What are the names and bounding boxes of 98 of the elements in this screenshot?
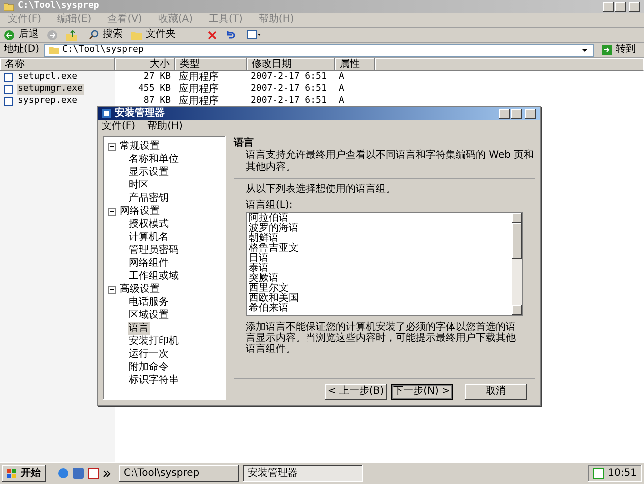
folder-icon (4, 2, 14, 10)
table-cell-text: 87 KB (142, 96, 172, 106)
file-name[interactable]: setupmgr.exe (17, 84, 84, 94)
table-cell-text: 2007-2-17 6:51 (250, 72, 328, 82)
tree-item[interactable]: 附加命令 (128, 361, 170, 374)
expand-toggle-icon[interactable] (108, 208, 116, 216)
list-item[interactable]: 阿拉伯语 (249, 214, 289, 224)
list-item[interactable]: 突厥语 (249, 274, 279, 284)
back-button[interactable]: 后退 (4, 29, 39, 41)
tree-item[interactable]: 时区 (128, 179, 150, 192)
tree-item[interactable]: 产品密钥 (128, 192, 170, 205)
browser-icon[interactable] (58, 468, 69, 479)
list-item[interactable]: 格鲁吉亚文 (249, 244, 299, 254)
tree-item[interactable]: 区域设置 (128, 309, 170, 322)
file-name[interactable]: setupcl.exe (17, 72, 79, 82)
clock: 10:51 (608, 468, 637, 480)
folder-icon (131, 30, 142, 40)
views-icon[interactable] (247, 30, 261, 40)
dialog-title: 安装管理器 (115, 108, 166, 120)
restore-button[interactable] (615, 2, 626, 12)
list-item[interactable]: 日语 (249, 254, 269, 264)
taskbar-button[interactable]: C:\Tool\sysprep (119, 465, 239, 482)
arrow-icon (602, 45, 612, 55)
table-cell-text: 455 KB (137, 84, 172, 94)
tree-item[interactable]: 常规设置 (120, 140, 160, 153)
go-button[interactable]: 转到 (598, 44, 640, 56)
tree-item[interactable]: 网络设置 (120, 205, 160, 218)
column-header[interactable]: 大小 (115, 58, 175, 71)
scrollbar[interactable] (512, 213, 522, 315)
table-cell-text: 27 KB (142, 72, 172, 82)
tree-item[interactable]: 名称和单位 (128, 153, 180, 166)
cancel-button[interactable]: 取消 (465, 384, 527, 400)
taskbar-button[interactable]: 安装管理器 (243, 465, 363, 482)
column-header[interactable]: 属性 (335, 58, 375, 71)
address-field[interactable]: C:\Tool\sysprep (44, 44, 594, 56)
tree-item[interactable]: 标识字符串 (128, 374, 180, 387)
undo-icon[interactable] (225, 30, 235, 40)
section-heading: 语言 (234, 138, 255, 150)
table-cell-text: 应用程序 (178, 96, 220, 106)
table-cell-text: A (338, 72, 346, 82)
tree-item[interactable]: 语言 (128, 322, 150, 335)
table-cell-text: A (338, 84, 346, 94)
expand-toggle-icon[interactable] (108, 142, 116, 150)
back-button[interactable]: < 上一步(B) (325, 384, 387, 400)
close-button[interactable] (629, 2, 640, 12)
app-icon[interactable] (593, 468, 604, 479)
list-item[interactable]: 西里尔文 (249, 284, 289, 294)
delete-icon[interactable] (208, 30, 217, 40)
section-description: 语言支持允许最终用户查看以不同语言和字符集编码的 Web 页和其他内容。 (245, 150, 535, 174)
windows-logo-icon (7, 468, 17, 478)
expand-toggle-icon[interactable] (108, 286, 116, 294)
tree-item[interactable]: 管理员密码 (128, 244, 180, 257)
column-header[interactable]: 修改日期 (247, 58, 335, 71)
list-item[interactable]: 波罗的海语 (249, 224, 299, 234)
note-text: 添加语言不能保证您的计算机安装了必须的字体以您首选的语言显示内容。当浏览这些内容时，可能提示最终用户下载其他语言组件。 (246, 322, 517, 355)
table-cell-text: A (338, 96, 346, 106)
tree-item[interactable]: 高级设置 (120, 283, 160, 296)
next-button[interactable]: 下一步(N) > (391, 384, 453, 400)
table-cell-text: 2007-2-17 6:51 (250, 96, 328, 106)
list-item[interactable]: 朝鲜语 (249, 234, 279, 244)
folders-button[interactable]: 文件夹 (131, 29, 176, 41)
tree-item[interactable]: 计算机名 (128, 231, 170, 244)
setup-icon (102, 109, 111, 118)
tree-item[interactable]: 安装打印机 (128, 335, 180, 348)
table-cell-text: 2007-2-17 6:51 (250, 84, 328, 94)
search-button[interactable]: 搜索 (89, 29, 123, 41)
table-cell-text: 应用程序 (178, 72, 220, 82)
list-label: 语言组(L): (246, 200, 294, 212)
app-icon[interactable] (88, 468, 99, 479)
up-folder-icon[interactable] (66, 30, 77, 40)
column-header[interactable]: 类型 (175, 58, 247, 71)
minimize-button[interactable] (603, 2, 614, 12)
window-title: C:\Tool\sysprep (18, 1, 100, 12)
list-item[interactable]: 西欧和美国 (249, 294, 299, 304)
menu-item[interactable]: 文件(F) (102, 121, 136, 133)
tree-item[interactable]: 显示设置 (128, 166, 170, 179)
tree-item[interactable]: 授权模式 (128, 218, 170, 231)
maximize-button[interactable] (511, 108, 522, 118)
menu-item[interactable]: 帮助(H) (148, 121, 183, 133)
close-button[interactable] (525, 108, 536, 118)
tree-item[interactable]: 电话服务 (128, 296, 170, 309)
column-header[interactable]: 名称 (0, 58, 115, 71)
table-cell-text: 应用程序 (178, 84, 220, 94)
minimize-button[interactable] (499, 108, 510, 118)
address-label: 地址(D) (4, 44, 40, 56)
list-item[interactable]: 泰语 (249, 264, 269, 274)
language-list[interactable]: 阿拉伯语 波罗的海语 朝鲜语 格鲁吉亚文 日语 泰语 突厥语 西里尔文 西欧和美国 希伯来语 (246, 212, 523, 316)
list-item[interactable]: 希伯来语 (249, 304, 289, 314)
file-name[interactable]: sysprep.exe (17, 96, 79, 106)
instruction-text: 从以下列表选择想使用的语言组。 (246, 184, 397, 196)
tree-item[interactable]: 运行一次 (128, 348, 170, 361)
start-button[interactable]: 开始 (2, 465, 46, 482)
tree-item[interactable]: 工作组或域 (128, 270, 180, 283)
search-icon (89, 30, 99, 40)
back-arrow-icon (4, 30, 15, 40)
tree-item[interactable]: 网络组件 (128, 257, 170, 270)
folder-icon (48, 46, 59, 54)
chevron-icon[interactable] (103, 470, 111, 478)
